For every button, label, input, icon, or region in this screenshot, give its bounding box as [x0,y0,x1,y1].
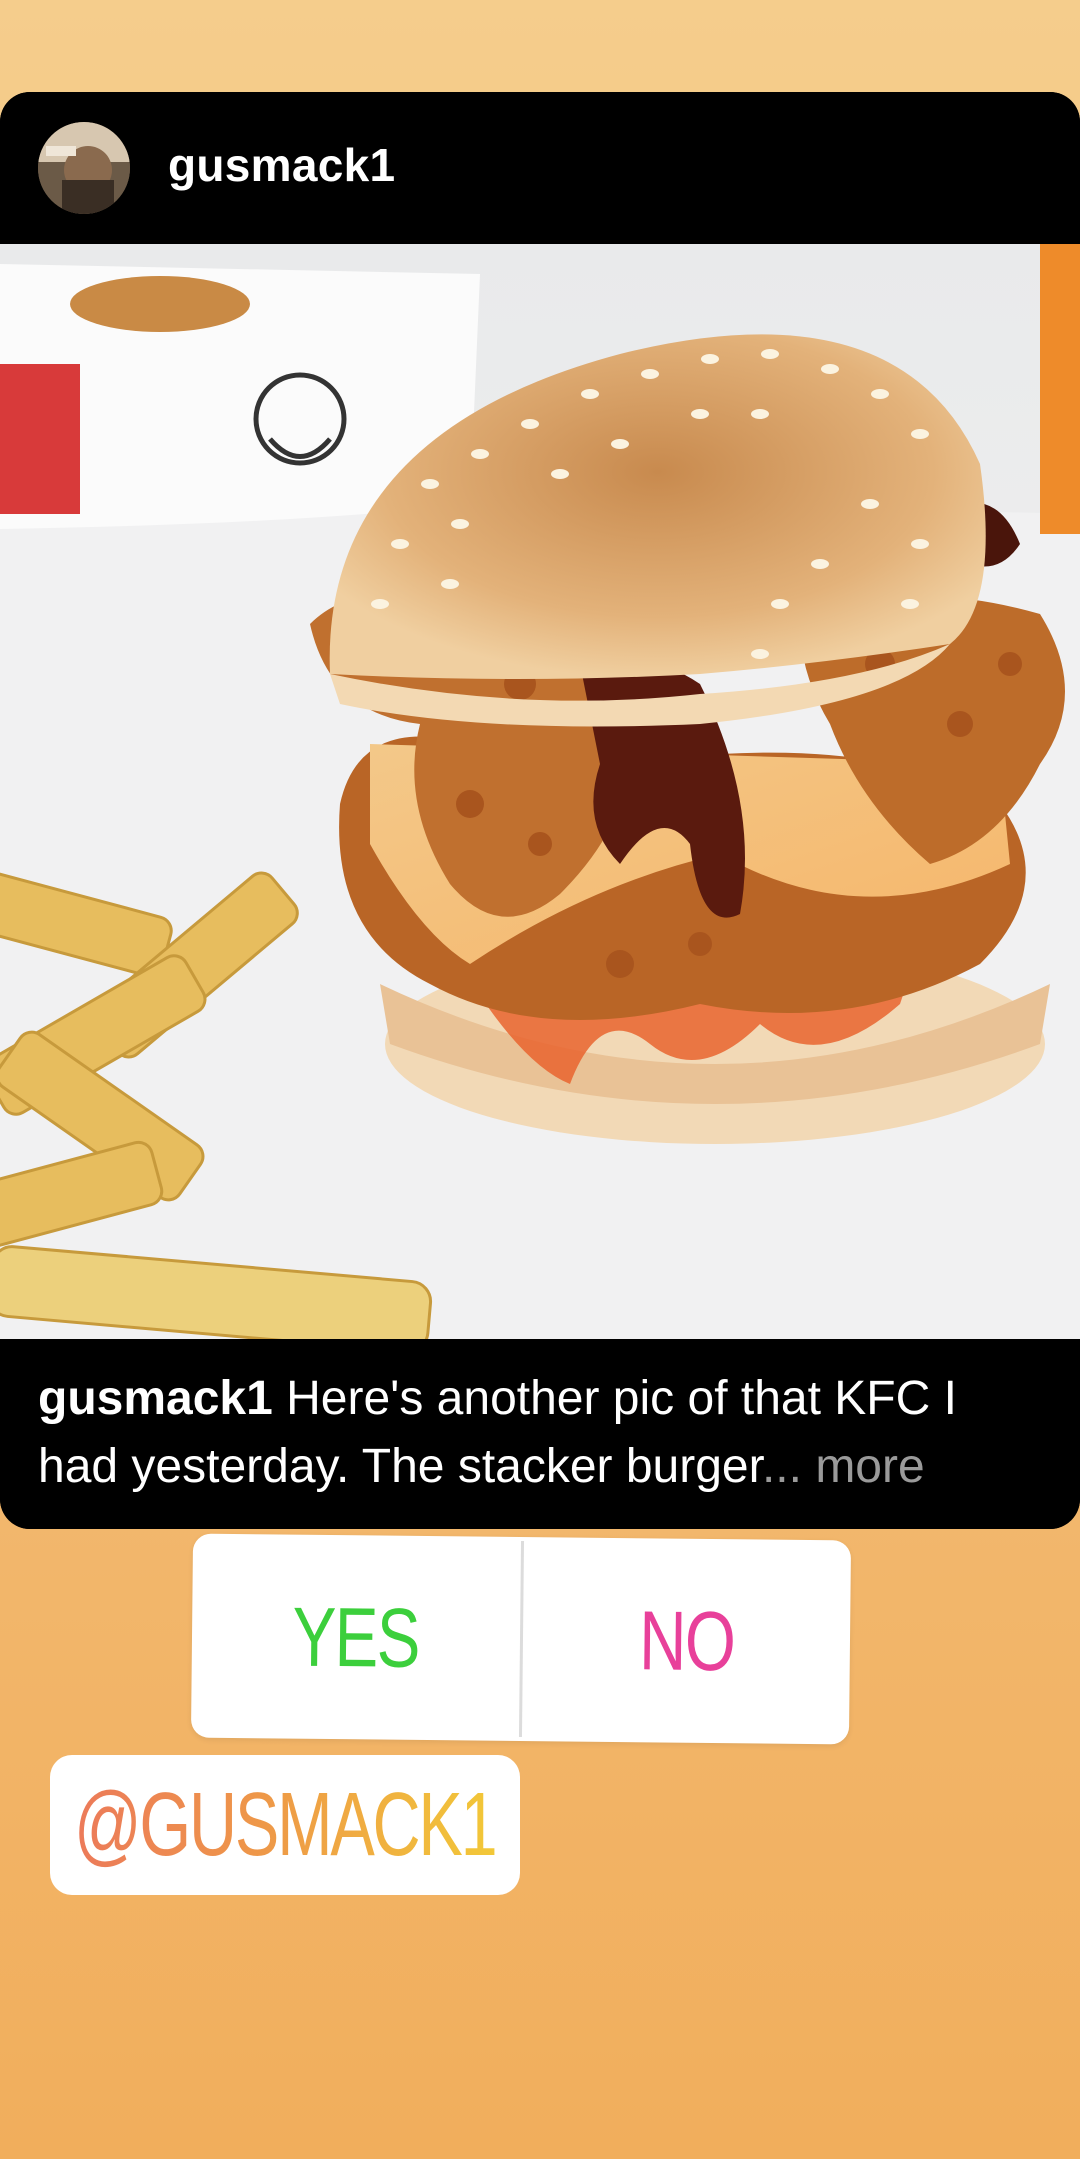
caption-username[interactable]: gusmack1 [38,1372,273,1425]
avatar[interactable] [38,122,130,214]
mention-label: @GUSMACK1 [74,1774,498,1875]
post-header: gusmack1 [0,92,1080,244]
post-caption[interactable]: gusmack1 Here's another pic of that KFC … [0,1339,1080,1529]
poll-option-yes[interactable]: YES [227,1534,485,1741]
caption-more-link[interactable]: ... more [762,1440,925,1493]
poll-divider [518,1540,524,1738]
burger-photo [0,244,1080,1353]
poll-option-no[interactable]: NO [557,1537,815,1744]
shared-post-card[interactable]: gusmack1 gusmack1 Here's another pic of … [0,92,1080,1529]
post-username[interactable]: gusmack1 [168,138,395,192]
mention-sticker[interactable]: @GUSMACK1 [50,1755,520,1895]
poll-sticker: YES NO [190,1533,852,1745]
